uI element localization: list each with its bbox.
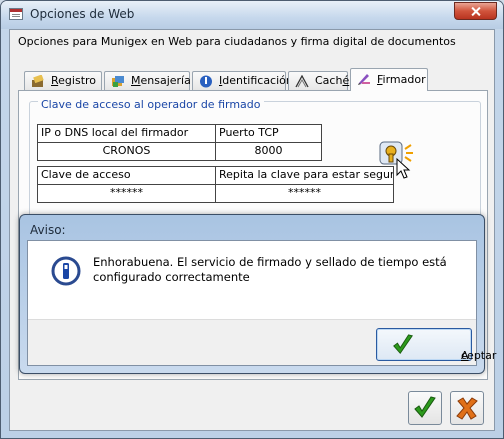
cancel-button[interactable]: [450, 391, 484, 425]
port-field[interactable]: 8000: [215, 142, 322, 161]
key-signal-icon: [379, 141, 413, 179]
main-window: Opciones de Web Opciones para Munigex en…: [0, 0, 504, 439]
tab-mensajeria-hotkey: M: [131, 74, 141, 87]
check-icon: [393, 334, 413, 355]
accept-rest: ceptar: [461, 349, 497, 362]
close-button[interactable]: [454, 2, 497, 20]
dialog-title: Aviso:: [30, 223, 66, 237]
tab-cache-prefix: Cach: [315, 74, 343, 87]
info-icon: [51, 256, 81, 286]
tab-mensajeria[interactable]: Mensajería: [104, 71, 191, 90]
check-icon: [414, 396, 436, 418]
cache-icon: [295, 75, 309, 88]
group-title: Clave de acceso al operador de firmado: [38, 98, 264, 111]
cancel-x-icon: [456, 397, 478, 420]
app-form-icon: [9, 8, 23, 20]
messaging-icon: [112, 76, 124, 87]
tab-registro[interactable]: Registro: [24, 71, 102, 90]
key-field[interactable]: ******: [37, 184, 216, 203]
signer-icon: [358, 74, 370, 85]
tab-firmador[interactable]: Firmador: [350, 68, 428, 91]
key-repeat-label: Repita la clave para estar seguro: [215, 166, 394, 185]
tab-registro-rest: egistro: [58, 74, 97, 87]
title-bar[interactable]: Opciones de Web: [1, 1, 503, 29]
test-connection-button[interactable]: [379, 141, 413, 179]
identification-icon: [200, 75, 212, 88]
tab-firmador-rest: irmador: [382, 73, 426, 86]
dialog-message: Enhorabuena. El servicio de firmado y se…: [93, 255, 447, 284]
host-field[interactable]: CRONOS: [37, 142, 216, 161]
port-label: Puerto TCP: [215, 124, 322, 143]
tab-identificacion[interactable]: Identificación: [192, 71, 293, 90]
notice-dialog: Aviso: Enhorabuena. El servicio de firma…: [19, 214, 496, 374]
tab-mensajeria-rest: ensajería: [140, 74, 191, 87]
window-title: Opciones de Web: [30, 7, 135, 21]
tab-identificacion-rest: dentificación: [222, 74, 293, 87]
key-repeat-field[interactable]: ******: [215, 184, 394, 203]
tab-cache-hotkey: é: [342, 74, 350, 87]
tab-cache[interactable]: Caché: [288, 71, 350, 90]
dialog-body: Enhorabuena. El servicio de firmado y se…: [27, 240, 496, 366]
accept-button[interactable]: Aceptar: [376, 328, 496, 362]
ok-button[interactable]: [408, 391, 442, 425]
registry-icon: [32, 75, 44, 87]
host-label: IP o DNS local del firmador: [37, 124, 216, 143]
window-description: Opciones para Munigex en Web para ciudad…: [18, 35, 456, 48]
key-label: Clave de acceso: [37, 166, 216, 185]
